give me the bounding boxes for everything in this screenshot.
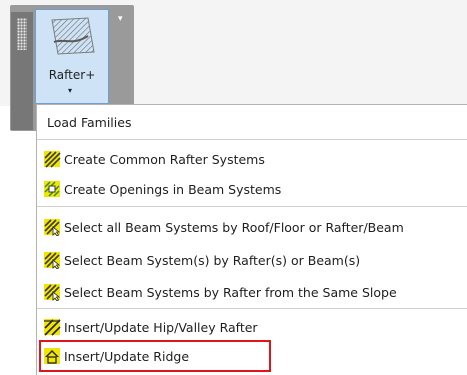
menu-item-insert-update-hip-valley-rafter[interactable]: Insert/Update Hip/Valley Rafter xyxy=(37,312,467,342)
rafter-plus-button[interactable]: Rafter+ ▾ xyxy=(35,9,109,104)
beam-select-icon xyxy=(44,252,61,269)
menu-item-label: Create Common Rafter Systems xyxy=(64,151,265,167)
beam-select-icon xyxy=(44,219,61,236)
menu-item-label: Select all Beam Systems by Roof/Floor or… xyxy=(64,219,404,235)
menu-item-select-beam-systems-same-slope[interactable]: Select Beam Systems by Rafter from the S… xyxy=(37,277,467,307)
rafter-system-icon xyxy=(44,151,61,168)
menu-item-select-all-beam-systems[interactable]: Select all Beam Systems by Roof/Floor or… xyxy=(37,212,467,242)
menu-item-label: Select Beam System(s) by Rafter(s) or Be… xyxy=(64,252,361,268)
grip-dots-icon xyxy=(17,18,27,50)
rafter-dropdown-menu: Load Families Create Common Rafter Syste… xyxy=(36,104,467,375)
rafter-plus-label: Rafter+ xyxy=(48,68,96,82)
menu-item-label: Insert/Update Hip/Valley Rafter xyxy=(64,319,258,335)
highlight-box xyxy=(39,340,271,372)
menu-divider xyxy=(37,139,467,140)
menu-item-label: Load Families xyxy=(47,114,132,130)
panel-grip-handle[interactable] xyxy=(11,12,33,130)
hip-valley-icon xyxy=(44,319,61,336)
menu-item-select-beam-systems-by-rafters[interactable]: Select Beam System(s) by Rafter(s) or Be… xyxy=(37,245,467,275)
menu-divider xyxy=(37,206,467,207)
rafter-roof-icon xyxy=(51,17,95,55)
chevron-down-icon: ▾ xyxy=(68,86,73,95)
beam-select-icon xyxy=(44,284,61,301)
menu-item-label: Select Beam Systems by Rafter from the S… xyxy=(64,284,397,300)
panel-options-caret-icon[interactable]: ▾ xyxy=(118,14,123,24)
menu-divider xyxy=(37,308,467,309)
menu-item-create-openings-in-beam-systems[interactable]: Create Openings in Beam Systems xyxy=(37,174,467,204)
menu-item-load-families[interactable]: Load Families xyxy=(37,107,467,137)
menu-item-create-common-rafter-systems[interactable]: Create Common Rafter Systems xyxy=(37,144,467,174)
beam-opening-icon xyxy=(44,181,60,197)
menu-item-label: Create Openings in Beam Systems xyxy=(64,181,282,197)
